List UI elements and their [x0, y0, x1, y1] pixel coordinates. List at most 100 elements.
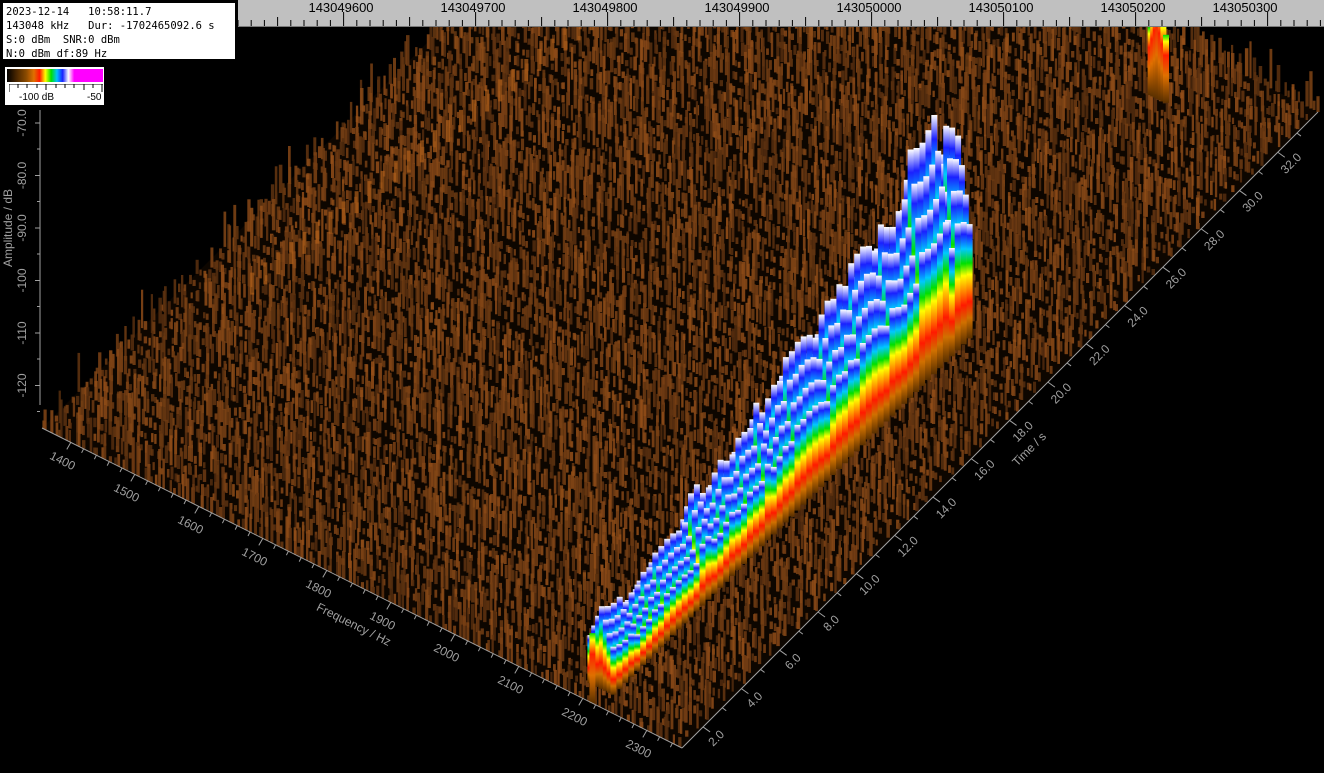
noise-spike — [462, 115, 466, 149]
noise-spike — [587, 176, 591, 211]
noise-spike — [839, 239, 842, 269]
noise-spike — [591, 288, 595, 295]
noise-spike — [765, 276, 768, 286]
noise-spike — [889, 192, 893, 212]
noise-spike — [817, 26, 821, 40]
noise-spike — [348, 190, 352, 201]
noise-spike — [900, 70, 903, 95]
noise-spike — [570, 105, 574, 121]
noise-spike — [902, 437, 906, 464]
noise-spike — [424, 110, 427, 130]
noise-spike — [392, 198, 396, 209]
noise-spike — [914, 475, 918, 484]
noise-spike — [510, 162, 513, 200]
noise-spike — [819, 249, 822, 259]
noise-spike — [999, 383, 1003, 390]
noise-spike — [914, 449, 917, 456]
noise-spike — [659, 280, 662, 288]
noise-spike — [786, 140, 790, 174]
noise-spike — [513, 249, 516, 256]
noise-spike — [736, 288, 740, 300]
noise-spike — [755, 182, 758, 213]
noise-spike — [929, 456, 933, 491]
noise-spike — [581, 200, 584, 208]
noise-spike — [964, 361, 968, 372]
noise-spike — [355, 184, 358, 191]
noise-spike — [790, 58, 793, 67]
noise-spike — [730, 292, 734, 310]
noise-spike — [538, 289, 542, 296]
noise-spike — [1090, 175, 1093, 203]
noise-spike — [661, 212, 666, 249]
noise-spike — [1130, 208, 1134, 238]
noise-spike — [1000, 213, 1003, 227]
noise-spike — [756, 296, 759, 323]
noise-spike — [422, 129, 425, 142]
noise-spike — [1152, 249, 1156, 262]
noise-spike — [1281, 126, 1284, 135]
noise-spike — [346, 190, 349, 199]
noise-spike — [379, 155, 383, 162]
noise-spike — [550, 63, 554, 70]
noise-spike — [692, 220, 696, 250]
noise-spike — [770, 250, 774, 262]
noise-spike — [574, 306, 577, 314]
noise-spike — [1032, 178, 1036, 189]
noise-spike — [1057, 232, 1061, 242]
noise-spike — [1021, 214, 1025, 224]
noise-spike — [676, 112, 680, 120]
noise-spike — [681, 76, 685, 108]
noise-spike — [1156, 111, 1159, 128]
noise-spike — [881, 427, 885, 440]
noise-spike — [969, 148, 973, 157]
noise-spike — [1129, 123, 1132, 141]
noise-spike — [731, 209, 735, 242]
noise-spike — [1269, 48, 1273, 89]
noise-spike — [562, 103, 566, 117]
noise-spike — [1199, 35, 1203, 68]
noise-spike — [521, 235, 525, 247]
noise-spike — [855, 187, 859, 209]
noise-spike — [933, 60, 937, 71]
noise-spike — [617, 55, 621, 76]
noise-spike — [979, 360, 983, 366]
noise-spike — [782, 216, 786, 227]
noise-spike — [872, 131, 875, 163]
noise-spike — [508, 233, 512, 240]
noise-spike — [660, 307, 663, 316]
noise-spike — [959, 426, 963, 438]
noise-spike — [1162, 244, 1166, 254]
noise-spike — [944, 58, 947, 76]
noise-spike — [1226, 120, 1230, 149]
noise-spike — [968, 55, 972, 75]
noise-spike — [1101, 311, 1104, 318]
noise-spike — [996, 421, 999, 429]
noise-spike — [999, 288, 1004, 295]
noise-spike — [1151, 269, 1155, 275]
noise-spike — [699, 68, 703, 76]
noise-spike — [1167, 167, 1171, 174]
noise-spike — [874, 71, 878, 110]
noise-spike — [621, 235, 625, 269]
noise-spike — [733, 274, 737, 284]
noise-spike — [725, 36, 729, 49]
noise-spike — [1160, 164, 1164, 171]
noise-spike — [820, 278, 824, 287]
waterfall-3d-plot[interactable]: -70.0 -80.0 -90.0 -100 -110 -120 Amplitude / d… — [0, 0, 1324, 773]
noise-spike — [430, 206, 434, 215]
noise-spike — [471, 149, 475, 167]
noise-spike — [893, 47, 897, 64]
noise-spike — [1008, 140, 1012, 163]
noise-spike — [692, 335, 696, 346]
noise-spike — [714, 112, 718, 152]
noise-spike — [871, 184, 874, 203]
noise-spike — [825, 160, 829, 167]
noise-spike — [464, 183, 468, 191]
noise-spike — [768, 221, 771, 247]
noise-spike — [572, 122, 576, 136]
noise-spike — [646, 76, 650, 104]
noise-spike — [1240, 148, 1243, 156]
noise-spike — [738, 261, 742, 287]
noise-spike — [738, 198, 742, 205]
noise-spike — [528, 183, 532, 195]
